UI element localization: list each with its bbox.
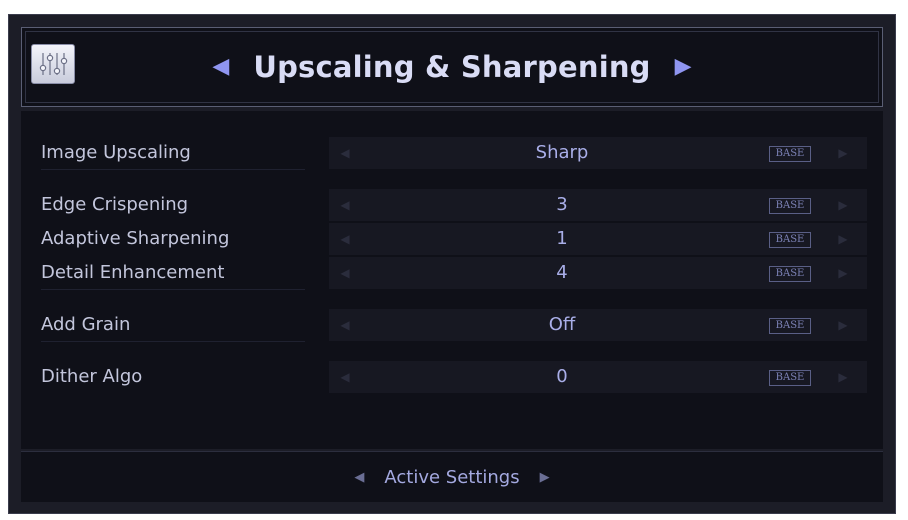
setting-value: 0 <box>556 366 568 387</box>
setting-row-add-grain[interactable]: Add Grain ◀ Off BASE ▶ <box>21 309 883 342</box>
setting-row-edge-crispening[interactable]: Edge Crispening ◀ 3 BASE ▶ <box>21 189 883 221</box>
setting-selector[interactable]: ◀ 3 BASE ▶ <box>329 189 867 221</box>
setting-label: Adaptive Sharpening <box>41 228 230 249</box>
next-tab-arrow-icon[interactable]: ▶ <box>540 470 550 485</box>
base-badge: BASE <box>769 370 811 386</box>
base-badge: BASE <box>769 198 811 214</box>
page-title: Upscaling & Sharpening <box>253 50 651 84</box>
setting-selector[interactable]: ◀ 1 BASE ▶ <box>329 223 867 255</box>
increase-arrow-icon[interactable]: ▶ <box>833 189 853 221</box>
setting-value: 4 <box>556 262 568 283</box>
setting-label: Add Grain <box>41 309 305 342</box>
footer-bar: ◀ Active Settings ▶ <box>21 451 883 502</box>
prev-tab-arrow-icon[interactable]: ◀ <box>354 470 364 485</box>
footer-tab-label[interactable]: Active Settings <box>384 467 519 488</box>
setting-label: Detail Enhancement <box>41 257 305 290</box>
setting-value: 3 <box>556 194 568 215</box>
base-badge: BASE <box>769 318 811 334</box>
increase-arrow-icon[interactable]: ▶ <box>833 257 853 289</box>
setting-value: Sharp <box>535 142 589 163</box>
increase-arrow-icon[interactable]: ▶ <box>833 361 853 393</box>
setting-selector[interactable]: ◀ 4 BASE ▶ <box>329 257 867 289</box>
base-badge: BASE <box>769 232 811 248</box>
next-page-arrow-icon[interactable]: ▶ <box>675 56 692 78</box>
title-row: ◀ Upscaling & Sharpening ▶ <box>22 28 882 106</box>
setting-label: Image Upscaling <box>41 137 305 170</box>
settings-list: Image Upscaling ◀ Sharp BASE ▶ Edge Cris… <box>21 111 883 449</box>
increase-arrow-icon[interactable]: ▶ <box>833 137 853 169</box>
setting-row-dither-algo[interactable]: Dither Algo ◀ 0 BASE ▶ <box>21 361 883 393</box>
setting-label: Dither Algo <box>41 366 143 387</box>
setting-row-image-upscaling[interactable]: Image Upscaling ◀ Sharp BASE ▶ <box>21 137 883 170</box>
prev-page-arrow-icon[interactable]: ◀ <box>212 56 229 78</box>
setting-row-detail-enhancement[interactable]: Detail Enhancement ◀ 4 BASE ▶ <box>21 257 883 290</box>
settings-panel: ◀ Upscaling & Sharpening ▶ Image Upscali… <box>8 14 896 514</box>
setting-selector[interactable]: ◀ 0 BASE ▶ <box>329 361 867 393</box>
page-header: ◀ Upscaling & Sharpening ▶ <box>21 27 883 107</box>
base-badge: BASE <box>769 146 811 162</box>
setting-value: 1 <box>556 228 568 249</box>
setting-label: Edge Crispening <box>41 194 189 215</box>
base-badge: BASE <box>769 266 811 282</box>
setting-value: Off <box>548 314 576 335</box>
setting-selector[interactable]: ◀ Sharp BASE ▶ <box>329 137 867 169</box>
increase-arrow-icon[interactable]: ▶ <box>833 223 853 255</box>
setting-row-adaptive-sharpening[interactable]: Adaptive Sharpening ◀ 1 BASE ▶ <box>21 223 883 255</box>
increase-arrow-icon[interactable]: ▶ <box>833 309 853 341</box>
setting-selector[interactable]: ◀ Off BASE ▶ <box>329 309 867 341</box>
